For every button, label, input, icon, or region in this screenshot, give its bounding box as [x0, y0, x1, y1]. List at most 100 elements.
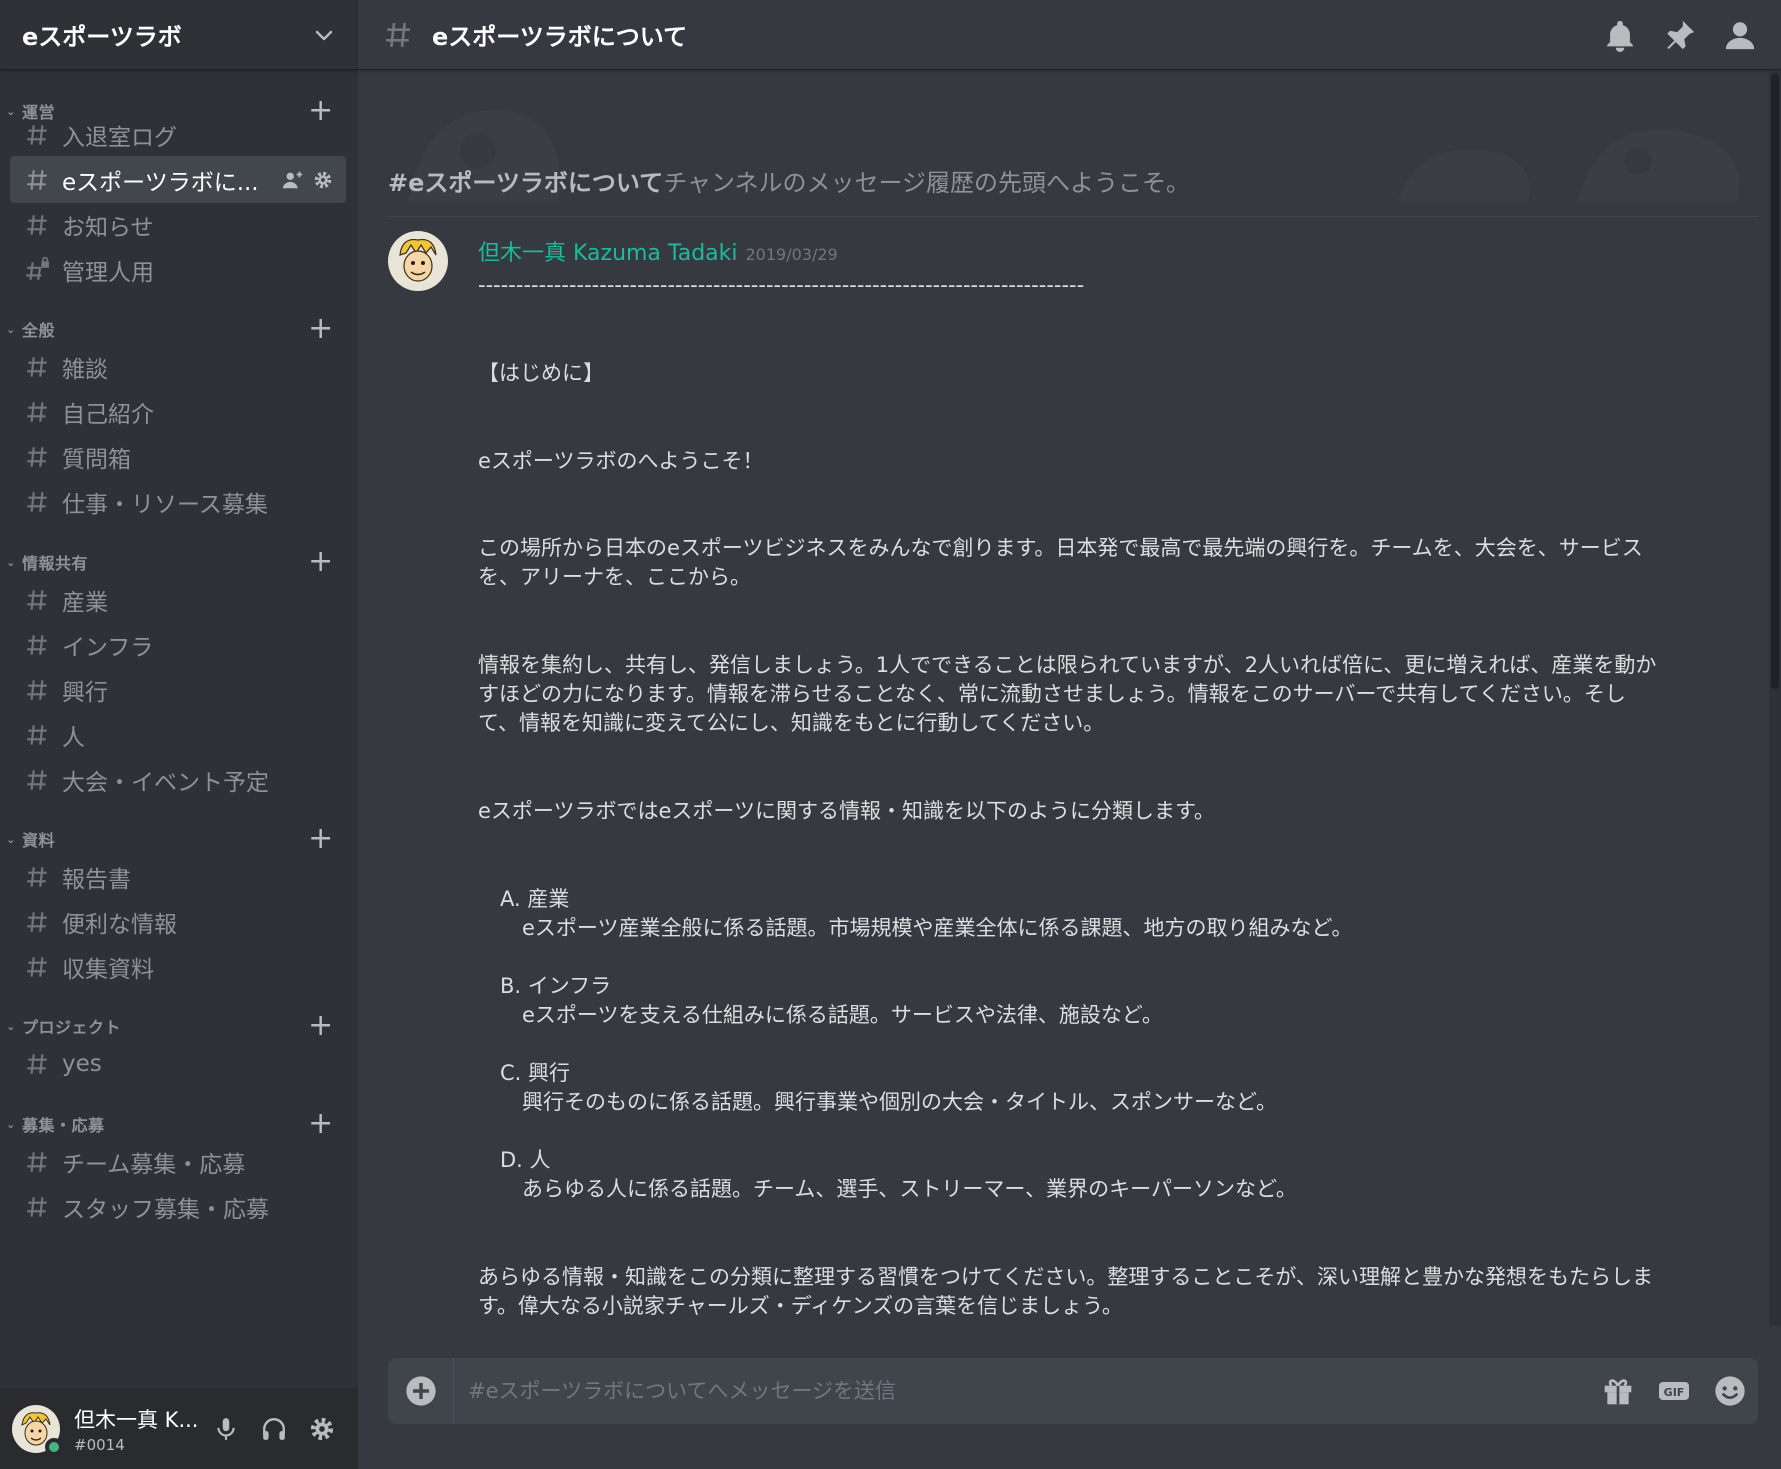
- channel-zatsudan[interactable]: 雑談: [10, 343, 346, 390]
- channel-sangyou[interactable]: 産業: [10, 576, 346, 623]
- category-zenpan[interactable]: ⌄ 全般 +: [0, 314, 358, 344]
- messages-list[interactable]: #eスポーツラボについてチャンネルのメッセージ履歴の先頭へようこそ。 但木一真 …: [358, 71, 1768, 1326]
- message-timestamp: 2019/03/29: [745, 245, 838, 264]
- chevron-down-icon[interactable]: [312, 23, 336, 47]
- message-line: て、情報を知識に変えて公にし、知識をもとに行動してください。: [478, 711, 1105, 735]
- channel-nyutaishitsu-log[interactable]: 入退室ログ: [10, 111, 346, 158]
- category-a-desc: eスポーツ産業全般に係る話題。市場規模や産業全体に係る課題、地方の取り組みなど。: [522, 916, 1353, 940]
- channel-label: 人: [62, 724, 85, 751]
- add-channel-plus-icon[interactable]: +: [306, 547, 336, 577]
- emoji-button[interactable]: [1702, 1363, 1758, 1419]
- message-divider-line: ----------------------------------------…: [478, 273, 1085, 297]
- category-caret-icon: ⌄: [6, 555, 16, 569]
- channel-label: インフラ: [62, 634, 154, 661]
- channel-benri-jouhou[interactable]: 便利な情報: [10, 898, 346, 945]
- hash-icon: [27, 956, 47, 977]
- channel-label: 仕事・リソース募集: [62, 491, 268, 518]
- deafen-button[interactable]: [250, 1405, 298, 1453]
- user-info: 但木一真 K... #0014: [74, 1404, 202, 1454]
- hash-icon: [27, 866, 47, 887]
- bell-icon[interactable]: [1603, 18, 1637, 52]
- channel-oshirase[interactable]: お知らせ: [10, 201, 346, 248]
- channel-header: eスポーツラボについて: [358, 0, 1781, 70]
- channel-staff-boshuu[interactable]: スタッフ募集・応募: [10, 1183, 346, 1230]
- category-boshuu-oubo[interactable]: ⌄ 募集・応募 +: [0, 1109, 358, 1139]
- username: 但木一真 K...: [74, 1407, 199, 1432]
- category-d-title: D. 人: [500, 1148, 551, 1172]
- category-label: 募集・応募: [22, 1116, 105, 1135]
- svg-text:GIF: GIF: [1664, 1386, 1685, 1399]
- category-c-desc: 興行そのものに係る話題。興行事業や個別の大会・タイトル、スポンサーなど。: [522, 1090, 1277, 1114]
- message-line: この場所から日本のeスポーツビジネスをみんなで創ります。日本発で最高で最先端の興…: [478, 536, 1643, 560]
- members-icon[interactable]: [1723, 18, 1757, 52]
- channel-taikai-event[interactable]: 大会・イベント予定: [10, 756, 346, 803]
- invite-member-icon[interactable]: [282, 169, 304, 191]
- channel-title: eスポーツラボについて: [432, 23, 688, 51]
- add-channel-plus-icon[interactable]: +: [306, 824, 336, 854]
- channel-kougyou[interactable]: 興行: [10, 666, 346, 713]
- channel-label: eスポーツラボに...: [62, 169, 259, 196]
- channel-yes[interactable]: yes: [10, 1040, 346, 1087]
- channel-label: 入退室ログ: [62, 124, 177, 151]
- gift-icon: [1604, 1379, 1632, 1405]
- scrollbar-thumb[interactable]: [1771, 74, 1779, 689]
- channel-label: スタッフ募集・応募: [62, 1196, 269, 1223]
- channel-hito[interactable]: 人: [10, 711, 346, 758]
- channel-label: 管理人用: [62, 259, 154, 286]
- channel-label: お知らせ: [62, 214, 154, 241]
- hash-icon: [27, 169, 47, 190]
- channel-kanrinin[interactable]: 管理人用: [10, 246, 346, 293]
- hash-lock-icon: [26, 256, 49, 280]
- category-b-title: B. インフラ: [500, 974, 612, 998]
- welcome-channel-name: #eスポーツラボについて: [388, 169, 664, 197]
- gift-button[interactable]: [1590, 1363, 1646, 1419]
- channel-houkokusho[interactable]: 報告書: [10, 853, 346, 900]
- category-jouhou-kyouyuu[interactable]: ⌄ 情報共有 +: [0, 547, 358, 577]
- channel-label: 報告書: [62, 866, 131, 893]
- hash-icon: [27, 1053, 47, 1074]
- hash-icon: [27, 401, 47, 422]
- channel-esports-lab-about[interactable]: eスポーツラボに...: [10, 156, 346, 203]
- author-avatar[interactable]: [388, 231, 448, 291]
- server-header[interactable]: eスポーツラボ: [0, 0, 358, 70]
- add-channel-plus-icon[interactable]: +: [306, 314, 336, 344]
- welcome-text: チャンネルのメッセージ履歴の先頭へようこそ。: [663, 169, 1190, 197]
- message-line: 情報を集約し、共有し、発信しましょう。1人でできることは限られていますが、2人い…: [478, 653, 1657, 677]
- hash-icon: [27, 124, 47, 145]
- message-line: すほどの力になります。情報を滞らせることなく、常に流動させましょう。情報をこのサ…: [478, 682, 1626, 706]
- hash-icon: [27, 1151, 47, 1172]
- gear-icon[interactable]: [312, 169, 334, 191]
- category-caret-icon: ⌄: [6, 832, 16, 846]
- message-input[interactable]: [454, 1358, 1590, 1424]
- emoji-icon: [1715, 1376, 1745, 1406]
- channel-infura[interactable]: インフラ: [10, 621, 346, 668]
- category-a-title: A. 産業: [500, 887, 570, 911]
- channel-jikoshoukai[interactable]: 自己紹介: [10, 388, 346, 435]
- category-project[interactable]: ⌄ プロジェクト +: [0, 1011, 358, 1041]
- channel-team-boshuu[interactable]: チーム募集・応募: [10, 1138, 346, 1185]
- upload-plus-icon: [405, 1376, 436, 1406]
- author-name[interactable]: 但木一真 Kazuma Tadaki: [478, 235, 738, 267]
- user-avatar[interactable]: [12, 1404, 63, 1456]
- headphones-icon: [263, 1417, 285, 1440]
- message-line: eスポーツラボのへようこそ！: [478, 449, 764, 473]
- gear-icon: [310, 1417, 334, 1440]
- pin-icon[interactable]: [1663, 18, 1697, 52]
- channel-shigoto-resource[interactable]: 仕事・リソース募集: [10, 478, 346, 525]
- channel-shuushuu-shiryou[interactable]: 収集資料: [10, 943, 346, 990]
- channel-welcome-banner: #eスポーツラボについてチャンネルのメッセージ履歴の先頭へようこそ。: [388, 157, 1758, 217]
- add-channel-plus-icon[interactable]: +: [306, 1011, 336, 1041]
- gif-icon: GIF: [1659, 1382, 1689, 1400]
- message-line: す。偉大なる小説家チャールズ・ディケンズの言葉を信じましょう。: [478, 1294, 1123, 1318]
- user-settings-button[interactable]: [298, 1405, 346, 1453]
- upload-button[interactable]: [388, 1358, 454, 1424]
- add-channel-plus-icon[interactable]: +: [306, 1109, 336, 1139]
- category-d-desc: あらゆる人に係る話題。チーム、選手、ストリーマー、業界のキーパーソンなど。: [522, 1177, 1297, 1201]
- category-shiryou[interactable]: ⌄ 資料 +: [0, 824, 358, 854]
- message-line: 【はじめに】: [478, 361, 604, 385]
- gif-button[interactable]: GIF: [1646, 1363, 1702, 1419]
- chat-area: eスポーツラボについて #eスポーツラボについてチャンネルのメッセージ履歴の先頭…: [358, 0, 1781, 1469]
- category-caret-icon: ⌄: [6, 322, 16, 336]
- channel-shitsumonbako[interactable]: 質問箱: [10, 433, 346, 480]
- mute-button[interactable]: [202, 1405, 250, 1453]
